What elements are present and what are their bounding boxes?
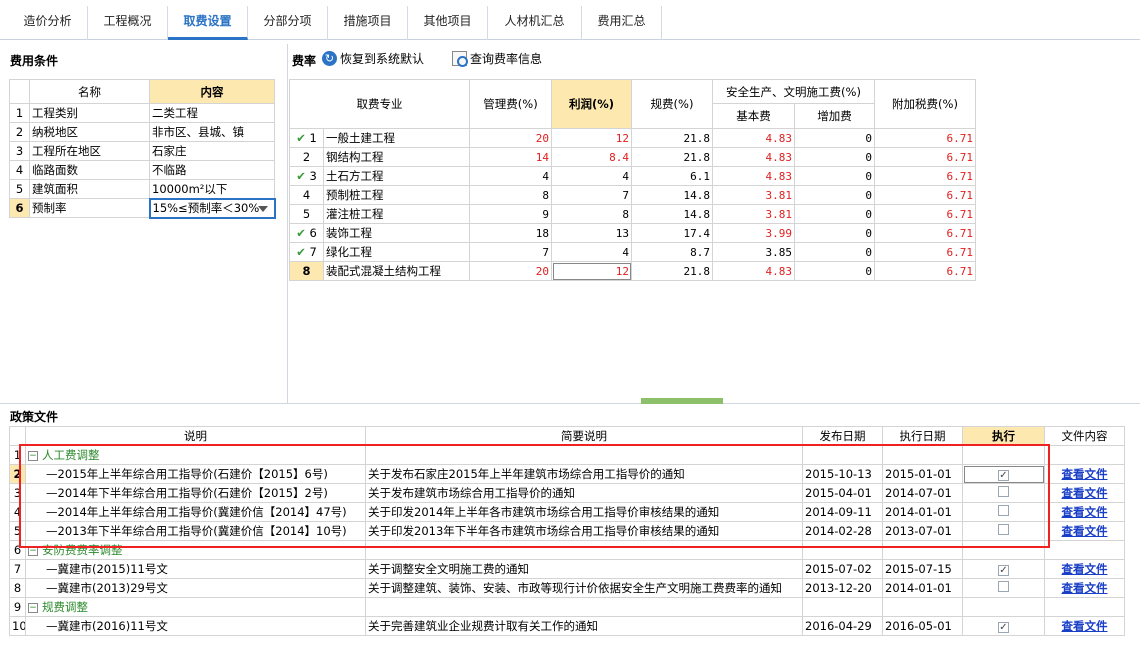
condition-row[interactable]: 3 工程所在地区 石家庄: [9, 141, 275, 161]
rate-row[interactable]: 4 预制桩工程 8 7 14.8 3.81 0 6.71: [289, 185, 976, 205]
group-row[interactable]: 1 − 人工费调整: [9, 445, 1125, 465]
horizontal-splitter[interactable]: [0, 403, 1140, 404]
rates-title: 费率: [292, 54, 317, 68]
rates-table: 取费专业 管理费(%) 利润(%) 规费(%) 安全生产、文明施工费(%) 附加…: [289, 79, 976, 281]
tab-project-overview[interactable]: 工程概况: [88, 6, 168, 40]
policy-title: 政策文件: [10, 410, 59, 424]
fee-conditions-table: 名称 内容 1 工程类别 二类工程 2 纳税地区 非市区、县城、镇 3 工程所在…: [9, 79, 276, 219]
pub-date-header: 发布日期: [802, 426, 883, 446]
tab-cost-analysis[interactable]: 造价分析: [8, 6, 88, 40]
policy-row[interactable]: 10 —冀建市(2016)11号文 关于完善建筑业企业规费计取有关工作的通知 2…: [9, 616, 1125, 636]
safety-header: 安全生产、文明施工费(%): [712, 79, 875, 104]
execute-checkbox[interactable]: ✓: [998, 470, 1009, 481]
collapse-icon[interactable]: −: [28, 545, 38, 556]
panel-divider[interactable]: [287, 44, 288, 404]
check-icon: ✔: [296, 245, 306, 259]
rate-row[interactable]: ✔ 7 绿化工程 7 4 8.7 3.85 0 6.71: [289, 242, 976, 262]
tab-bar: 造价分析 工程概况 取费设置 分部分项 措施项目 其他项目 人材机汇总 费用汇总: [0, 0, 1140, 40]
content-header: 文件内容: [1044, 426, 1125, 446]
tab-fee-settings[interactable]: 取费设置: [168, 6, 248, 40]
view-file-link[interactable]: 查看文件: [1062, 619, 1108, 633]
tab-measures[interactable]: 措施项目: [328, 6, 408, 40]
condition-value[interactable]: 二类工程: [149, 103, 275, 123]
group-row[interactable]: 6 − 安防费费率调整: [9, 540, 1125, 560]
condition-row[interactable]: 6 预制率 15%≤预制率＜30%: [9, 197, 276, 219]
specialty-header: 取费专业: [289, 79, 470, 129]
policy-row[interactable]: 4 —2014年上半年综合用工指导价(冀建价信【2014】47号) 关于印发20…: [9, 502, 1125, 522]
tab-other-items[interactable]: 其他项目: [408, 6, 488, 40]
exec-header: 执行: [962, 426, 1045, 446]
check-icon: ✔: [296, 131, 306, 145]
condition-value[interactable]: 石家庄: [149, 141, 275, 161]
condition-value[interactable]: 不临路: [149, 160, 275, 180]
fee-conditions-title: 费用条件: [10, 54, 59, 68]
rate-row[interactable]: 5 灌注桩工程 9 8 14.8 3.81 0 6.71: [289, 204, 976, 224]
exec-date-header: 执行日期: [882, 426, 963, 446]
query-rates-button[interactable]: 查询费率信息: [452, 50, 542, 67]
col-content-header: 内容: [149, 79, 275, 104]
rate-row[interactable]: ✔ 1 一般土建工程 20 12 21.8 4.83 0 6.71: [289, 128, 976, 148]
policy-row[interactable]: 7 —冀建市(2015)11号文 关于调整安全文明施工费的通知 2015-07-…: [9, 559, 1125, 579]
prefab-rate-select[interactable]: 15%≤预制率＜30%: [148, 197, 276, 219]
view-file-link[interactable]: 查看文件: [1062, 562, 1108, 576]
profit-header: 利润(%): [551, 79, 632, 129]
execute-checkbox[interactable]: ✓: [998, 565, 1009, 576]
execute-checkbox[interactable]: [998, 524, 1009, 535]
condition-value[interactable]: 非市区、县城、镇: [149, 122, 275, 142]
safety-add-header: 增加费: [794, 103, 875, 129]
condition-row[interactable]: 5 建筑面积 10000m²以下: [9, 179, 275, 199]
desc-header: 说明: [25, 426, 366, 446]
regfee-header: 规费(%): [631, 79, 713, 129]
rate-row[interactable]: 8 装配式混凝土结构工程 20 12 21.8 4.83 0 6.71: [289, 261, 976, 281]
policy-row[interactable]: 2 —2015年上半年综合用工指导价(石建价【2015】6号) 关于发布石家庄2…: [9, 464, 1125, 484]
restore-default-button[interactable]: ↻ 恢复到系统默认: [322, 50, 424, 67]
tab-fee-summary[interactable]: 费用汇总: [582, 6, 662, 40]
brief-header: 简要说明: [365, 426, 803, 446]
restore-icon: ↻: [322, 51, 337, 66]
tab-divisions[interactable]: 分部分项: [248, 6, 328, 40]
rate-row[interactable]: ✔ 3 土石方工程 4 4 6.1 4.83 0 6.71: [289, 166, 976, 186]
policy-row[interactable]: 5 —2013年下半年综合用工指导价(冀建价信【2014】10号) 关于印发20…: [9, 521, 1125, 541]
mgmt-header: 管理费(%): [469, 79, 552, 129]
tab-labor-material-summary[interactable]: 人材机汇总: [488, 6, 582, 40]
view-file-link[interactable]: 查看文件: [1062, 486, 1108, 500]
collapse-icon[interactable]: −: [28, 450, 38, 461]
active-cell[interactable]: 12: [551, 261, 632, 281]
rate-row[interactable]: 2 钢结构工程 14 8.4 21.8 4.83 0 6.71: [289, 147, 976, 167]
view-file-link[interactable]: 查看文件: [1062, 581, 1108, 595]
search-document-icon: [452, 51, 468, 67]
view-file-link[interactable]: 查看文件: [1062, 467, 1108, 481]
policy-row[interactable]: 3 —2014年下半年综合用工指导价(石建价【2015】2号) 关于发布建筑市场…: [9, 483, 1125, 503]
execute-checkbox[interactable]: [998, 505, 1009, 516]
policy-row[interactable]: 8 —冀建市(2013)29号文 关于调整建筑、装饰、安装、市政等现行计价依据安…: [9, 578, 1125, 598]
safety-base-header: 基本费: [712, 103, 795, 129]
view-file-link[interactable]: 查看文件: [1062, 505, 1108, 519]
rate-row[interactable]: ✔ 6 装饰工程 18 13 17.4 3.99 0 6.71: [289, 223, 976, 243]
condition-row[interactable]: 2 纳税地区 非市区、县城、镇: [9, 122, 275, 142]
execute-checkbox[interactable]: ✓: [998, 622, 1009, 633]
condition-value[interactable]: 10000m²以下: [149, 179, 275, 199]
execute-checkbox[interactable]: [998, 486, 1009, 497]
check-icon: ✔: [296, 226, 306, 240]
collapse-icon[interactable]: −: [28, 602, 38, 613]
execute-checkbox[interactable]: [998, 581, 1009, 592]
condition-row[interactable]: 1 工程类别 二类工程: [9, 103, 275, 123]
group-row[interactable]: 9 − 规费调整: [9, 597, 1125, 617]
chevron-down-icon[interactable]: [257, 205, 268, 212]
check-icon: ✔: [296, 169, 306, 183]
condition-row[interactable]: 4 临路面数 不临路: [9, 160, 275, 180]
splitter-grip[interactable]: [641, 398, 723, 404]
surtax-header: 附加税费(%): [874, 79, 976, 129]
col-name-header: 名称: [29, 79, 150, 104]
view-file-link[interactable]: 查看文件: [1062, 524, 1108, 538]
policy-table: 说明 简要说明 发布日期 执行日期 执行 文件内容 1 − 人工费调整 2 —20…: [9, 426, 1125, 636]
